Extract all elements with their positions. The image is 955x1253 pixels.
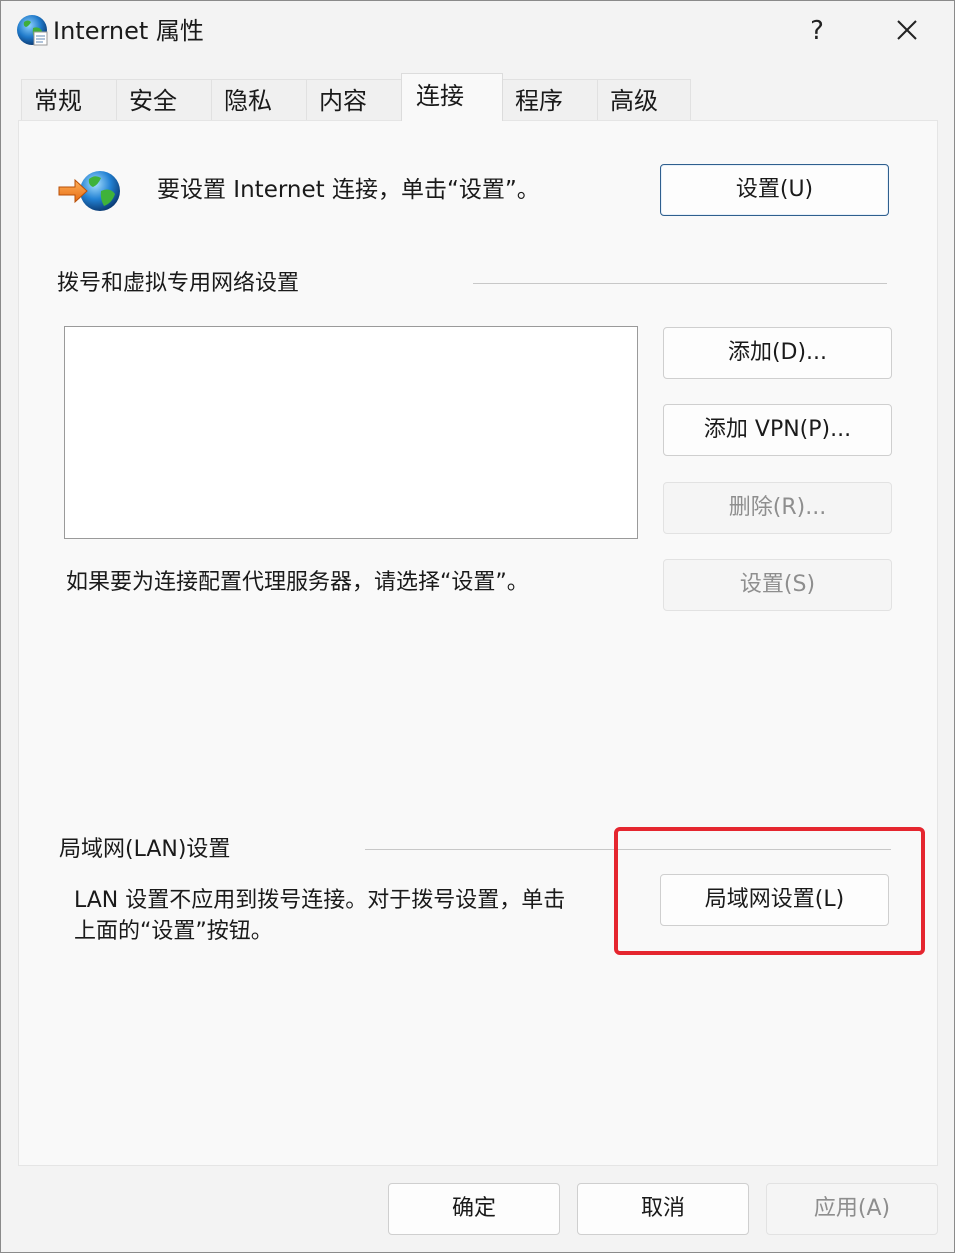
internet-properties-dialog: Internet 属性 ? 常规 安全 隐私 内容 连接 程序 高级 要设置 I… — [0, 0, 955, 1253]
proxy-instruction: 如果要为连接配置代理服务器，请选择“设置”。 — [66, 570, 529, 595]
add-vpn-button[interactable]: 添加 VPN(P)... — [663, 404, 892, 456]
lan-description-line1: LAN 设置不应用到拨号连接。对于拨号设置，单击 — [74, 888, 566, 913]
tab-advanced[interactable]: 高级 — [597, 79, 691, 121]
lan-description-line2: 上面的“设置”按钮。 — [74, 919, 273, 944]
dialup-settings-button[interactable]: 设置(S) — [663, 559, 892, 611]
add-button[interactable]: 添加(D)... — [663, 327, 892, 379]
window-title: Internet 属性 — [53, 17, 204, 45]
dialup-heading: 拨号和虚拟专用网络设置 — [57, 271, 300, 296]
apply-button[interactable]: 应用(A) — [766, 1183, 938, 1235]
close-button[interactable] — [881, 9, 933, 53]
tab-general[interactable]: 常规 — [21, 79, 117, 121]
tab-content[interactable]: 内容 — [306, 79, 402, 121]
globe-icon — [17, 15, 48, 46]
title-bar[interactable]: Internet 属性 ? — [1, 1, 954, 61]
ok-button[interactable]: 确定 — [388, 1183, 560, 1235]
connection-globe-icon — [58, 171, 120, 211]
lan-heading: 局域网(LAN)设置 — [59, 837, 231, 862]
connections-list[interactable] — [64, 326, 638, 539]
help-button[interactable]: ? — [791, 9, 843, 53]
tab-programs[interactable]: 程序 — [502, 79, 598, 121]
tab-privacy[interactable]: 隐私 — [211, 79, 307, 121]
dialup-divider — [473, 283, 887, 284]
tab-strip: 常规 安全 隐私 内容 连接 程序 高级 — [21, 73, 921, 121]
annotation-highlight — [614, 827, 925, 955]
remove-button[interactable]: 删除(R)... — [663, 482, 892, 534]
setup-button[interactable]: 设置(U) — [660, 164, 889, 216]
tab-security[interactable]: 安全 — [116, 79, 212, 121]
cancel-button[interactable]: 取消 — [577, 1183, 749, 1235]
close-icon — [897, 20, 917, 40]
tab-connections[interactable]: 连接 — [401, 73, 503, 121]
setup-instruction: 要设置 Internet 连接，单击“设置”。 — [157, 177, 540, 203]
